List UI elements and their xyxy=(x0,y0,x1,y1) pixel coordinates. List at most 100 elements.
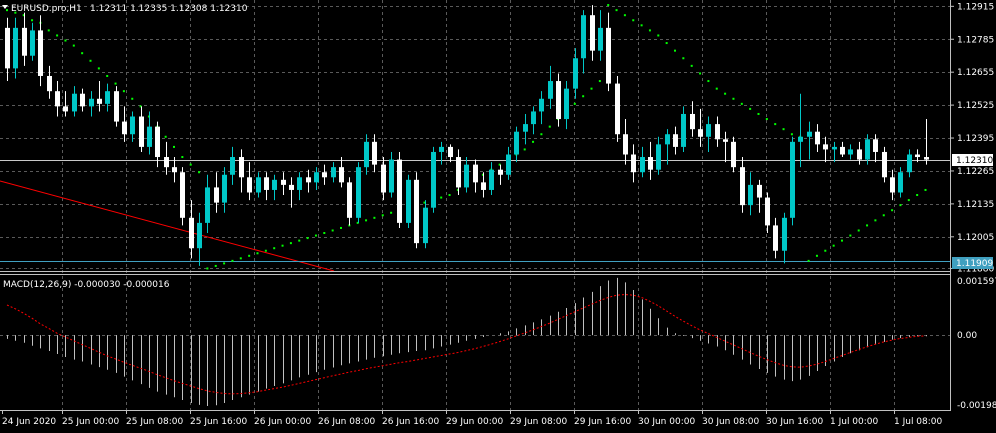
candle-body[interactable] xyxy=(347,182,352,218)
candle-body[interactable] xyxy=(72,93,77,112)
candle-body[interactable] xyxy=(706,124,711,137)
candle-body[interactable] xyxy=(832,146,837,150)
candle-body[interactable] xyxy=(289,184,294,190)
candle-body[interactable] xyxy=(456,157,461,188)
candle-body[interactable] xyxy=(890,177,895,193)
candle-body[interactable] xyxy=(172,167,177,173)
candle-body[interactable] xyxy=(757,184,762,198)
candle-body[interactable] xyxy=(848,149,853,155)
candle-body[interactable] xyxy=(47,75,52,92)
candle-body[interactable] xyxy=(381,164,386,193)
candle-body[interactable] xyxy=(431,151,436,208)
candle-body[interactable] xyxy=(598,27,603,51)
candle-body[interactable] xyxy=(798,136,803,142)
candle-body[interactable] xyxy=(656,144,661,170)
candle-body[interactable] xyxy=(765,197,770,226)
candle-body[interactable] xyxy=(857,149,862,160)
candle-body[interactable] xyxy=(573,58,578,89)
candle-body[interactable] xyxy=(322,172,327,178)
candle-body[interactable] xyxy=(397,159,402,223)
candle-body[interactable] xyxy=(531,111,536,125)
candle-body[interactable] xyxy=(89,98,94,107)
candle-body[interactable] xyxy=(30,30,35,56)
candle-body[interactable] xyxy=(439,146,444,152)
candle-body[interactable] xyxy=(247,177,252,193)
candle-body[interactable] xyxy=(748,184,753,206)
candle-body[interactable] xyxy=(740,167,745,206)
candle-body[interactable] xyxy=(640,157,645,173)
candle-body[interactable] xyxy=(423,207,428,244)
candle-body[interactable] xyxy=(239,157,244,178)
candle-body[interactable] xyxy=(372,141,377,165)
candle-body[interactable] xyxy=(715,124,720,140)
candle-body[interactable] xyxy=(331,167,336,178)
candle-body[interactable] xyxy=(448,146,453,158)
price-axis[interactable]: 1.12915 1.12785 1.12655 1.12525 1.12395 1.122… xyxy=(950,2,994,274)
candle-body[interactable] xyxy=(306,177,311,183)
candle-body[interactable] xyxy=(564,88,569,120)
candle-body[interactable] xyxy=(698,129,703,137)
candle-body[interactable] xyxy=(556,81,561,120)
candle-body[interactable] xyxy=(414,179,419,244)
candle-body[interactable] xyxy=(406,179,411,223)
candle-body[interactable] xyxy=(882,151,887,178)
candle-body[interactable] xyxy=(139,116,144,147)
candle-body[interactable] xyxy=(222,174,227,203)
candle-body[interactable] xyxy=(514,131,519,155)
candle-body[interactable] xyxy=(214,187,219,203)
candle-body[interactable] xyxy=(155,126,160,158)
candle-body[interactable] xyxy=(114,91,119,122)
candle-body[interactable] xyxy=(97,98,102,104)
candle-body[interactable] xyxy=(164,157,169,168)
candle-body[interactable] xyxy=(5,27,10,69)
candle-body[interactable] xyxy=(464,164,469,188)
candle-body[interactable] xyxy=(356,167,361,218)
candle-body[interactable] xyxy=(473,164,478,183)
candle-body[interactable] xyxy=(13,27,18,69)
candle-body[interactable] xyxy=(865,139,870,160)
candle-body[interactable] xyxy=(264,177,269,190)
candle-body[interactable] xyxy=(590,15,595,51)
candle-body[interactable] xyxy=(665,134,670,145)
candle-body[interactable] xyxy=(681,113,686,147)
candle-body[interactable] xyxy=(907,154,912,173)
candle-body[interactable] xyxy=(539,98,544,112)
candle-body[interactable] xyxy=(281,179,286,185)
candle-body[interactable] xyxy=(623,134,628,155)
candle-body[interactable] xyxy=(782,217,787,251)
candle-body[interactable] xyxy=(22,27,27,56)
candle-body[interactable] xyxy=(197,222,202,249)
candle-body[interactable] xyxy=(690,113,695,130)
candle-body[interactable] xyxy=(147,126,152,147)
candle-body[interactable] xyxy=(523,124,528,132)
candle-body[interactable] xyxy=(180,172,185,218)
candle-body[interactable] xyxy=(297,177,302,190)
candle-body[interactable] xyxy=(272,179,277,190)
candle-body[interactable] xyxy=(615,83,620,135)
candle-body[interactable] xyxy=(314,172,319,183)
candle-body[interactable] xyxy=(731,141,736,168)
candle-body[interactable] xyxy=(481,182,486,190)
candle-body[interactable] xyxy=(489,169,494,190)
candle-body[interactable] xyxy=(606,27,611,84)
candle-body[interactable] xyxy=(815,131,820,145)
candle-body[interactable] xyxy=(130,116,135,135)
candle-body[interactable] xyxy=(506,154,511,175)
candle-body[interactable] xyxy=(823,144,828,150)
candle-body[interactable] xyxy=(898,172,903,193)
candle-body[interactable] xyxy=(55,91,60,107)
candle-body[interactable] xyxy=(389,159,394,193)
candle-body[interactable] xyxy=(498,169,503,175)
candle-body[interactable] xyxy=(105,91,110,104)
candle-body[interactable] xyxy=(548,81,553,99)
candle-body[interactable] xyxy=(648,157,653,170)
candle-body[interactable] xyxy=(205,187,210,223)
candle-body[interactable] xyxy=(873,139,878,152)
candle-body[interactable] xyxy=(189,217,194,249)
price-chart[interactable]: 1.12915 1.12785 1.12655 1.12525 1.12395 1.122… xyxy=(0,0,996,433)
candle-body[interactable] xyxy=(256,177,261,193)
candle-body[interactable] xyxy=(673,134,678,147)
candle-body[interactable] xyxy=(924,157,929,160)
candle-body[interactable] xyxy=(80,93,85,107)
candle-body[interactable] xyxy=(723,139,728,142)
